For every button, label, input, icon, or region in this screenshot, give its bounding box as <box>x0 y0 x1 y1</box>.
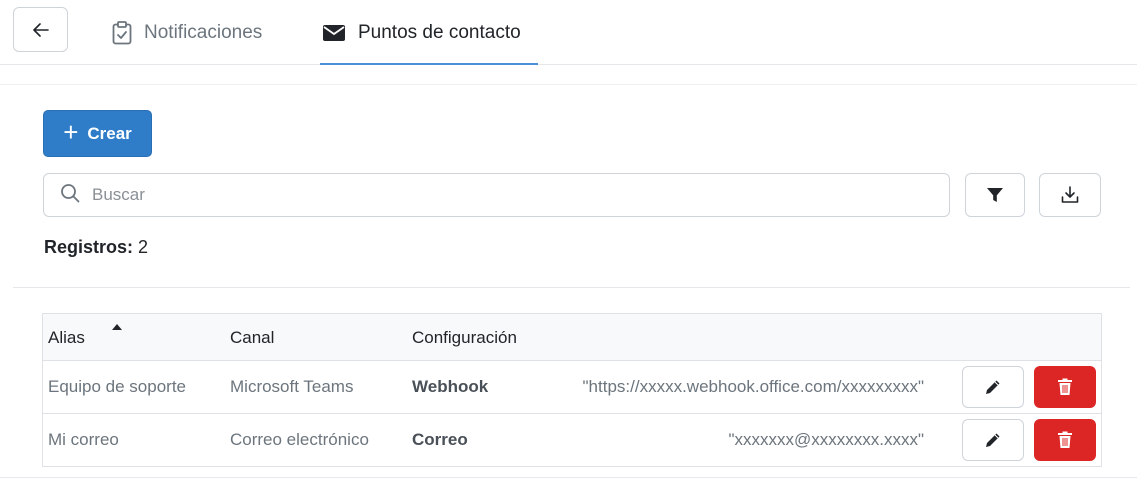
divider <box>13 287 1130 288</box>
create-button[interactable]: + Crear <box>43 110 152 157</box>
trash-icon <box>1058 378 1072 395</box>
edit-button[interactable] <box>962 419 1024 461</box>
tab-notificaciones-label: Notificaciones <box>144 21 263 43</box>
contact-points-table: Alias Canal Configuración Equipo de sopo… <box>42 313 1102 467</box>
config-value-cell: "xxxxxxx@xxxxxxxx.xxxx" <box>728 430 924 449</box>
trash-icon <box>1058 431 1072 448</box>
records-label: Registros: <box>44 237 134 257</box>
alias-cell: Equipo de soporte <box>48 377 186 396</box>
column-header-alias[interactable]: Alias <box>48 314 122 361</box>
download-icon <box>1061 186 1079 203</box>
search-box <box>43 173 950 217</box>
canal-cell: Microsoft Teams <box>230 377 354 396</box>
envelope-icon <box>322 24 346 42</box>
active-tab-indicator <box>320 63 538 65</box>
pencil-icon <box>986 433 1000 447</box>
delete-button[interactable] <box>1034 419 1096 461</box>
records-count: Registros: 2 <box>44 237 148 258</box>
column-header-configuracion[interactable]: Configuración <box>412 314 517 361</box>
back-button[interactable] <box>13 7 68 52</box>
tab-puntos-de-contacto[interactable]: Puntos de contacto <box>320 0 538 65</box>
table-header: Alias Canal Configuración <box>43 314 1101 361</box>
sort-ascending-icon <box>112 324 122 330</box>
config-key-cell: Correo <box>412 430 468 449</box>
search-icon <box>60 183 80 208</box>
clipboard-check-icon <box>112 20 132 45</box>
edit-button[interactable] <box>962 366 1024 408</box>
delete-button[interactable] <box>1034 366 1096 408</box>
arrow-left-icon <box>32 22 49 37</box>
tab-notificaciones[interactable]: Notificaciones <box>112 0 262 65</box>
canal-cell: Correo electrónico <box>230 430 369 449</box>
column-header-alias-label: Alias <box>48 327 85 347</box>
column-header-configuracion-label: Configuración <box>412 327 517 347</box>
pencil-icon <box>986 380 1000 394</box>
plus-icon: + <box>63 117 79 147</box>
top-navigation: Notificaciones Puntos de contacto <box>0 0 1137 65</box>
tab-puntos-de-contacto-label: Puntos de contacto <box>358 21 521 43</box>
column-header-canal-label: Canal <box>230 327 275 347</box>
config-value-cell: "https://xxxxx.webhook.office.com/xxxxxx… <box>582 377 924 396</box>
filter-icon <box>987 188 1003 202</box>
create-button-label: Crear <box>87 123 132 143</box>
table-row: Equipo de soporte Microsoft Teams Webhoo… <box>43 361 1101 414</box>
alias-cell: Mi correo <box>48 430 119 449</box>
column-header-canal[interactable]: Canal <box>230 314 274 361</box>
records-value: 2 <box>138 237 149 257</box>
filter-button[interactable] <box>965 173 1025 217</box>
table-row: Mi correo Correo electrónico Correo "xxx… <box>43 414 1101 467</box>
search-input[interactable] <box>92 185 892 205</box>
config-key-cell: Webhook <box>412 377 489 396</box>
download-button[interactable] <box>1039 173 1101 217</box>
